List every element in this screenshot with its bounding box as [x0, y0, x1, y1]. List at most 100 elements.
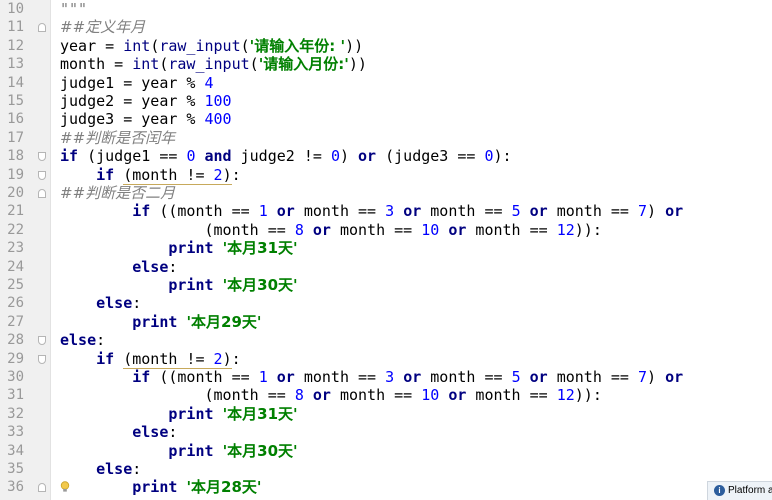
code-token: 8: [294, 220, 304, 239]
status-badge-text: Platform a: [728, 485, 772, 496]
fold-marker-icon[interactable]: [38, 23, 46, 33]
code-token: month ==: [294, 202, 386, 221]
code-token: or: [358, 147, 377, 166]
code-token: (: [249, 55, 259, 74]
code-token: 3: [385, 368, 395, 386]
code-token: ((month ==: [150, 368, 259, 386]
code-line[interactable]: print '本月28天': [60, 478, 261, 496]
code-token: 0: [484, 147, 494, 166]
code-line[interactable]: print '本月30天': [60, 276, 298, 294]
code-editor[interactable]: 10 11 12 13 14 15 16 17 18 19 20 21 22 23 24 25 26 27 28 29…: [0, 0, 772, 500]
code-token: month ==: [330, 386, 422, 405]
code-token: year =: [60, 36, 124, 55]
code-token: 0: [330, 147, 340, 166]
code-token: raw_input: [168, 55, 250, 74]
code-line[interactable]: ##定义年月: [60, 18, 145, 36]
code-line[interactable]: else:: [60, 258, 177, 276]
code-line[interactable]: """: [60, 0, 87, 18]
code-token: 10: [421, 220, 440, 239]
fold-marker-icon[interactable]: [38, 483, 46, 493]
code-line[interactable]: else:: [60, 331, 105, 349]
code-line[interactable]: if ((month == 1 or month == 3 or month =…: [60, 368, 683, 386]
code-token: 1: [258, 368, 268, 386]
code-token: ((month ==: [150, 202, 259, 221]
code-line[interactable]: else:: [60, 294, 141, 312]
code-line[interactable]: if (month != 2):: [60, 165, 241, 185]
code-token: judge1 = year %: [60, 73, 205, 92]
code-token: or: [312, 220, 331, 239]
code-line[interactable]: print '本月30天': [60, 441, 297, 460]
code-line[interactable]: print '本月31天': [60, 404, 298, 423]
fold-marker-icon[interactable]: [38, 152, 46, 162]
code-token: ): [339, 147, 359, 166]
code-token: if: [132, 368, 151, 386]
code-line[interactable]: print '本月31天': [60, 239, 297, 257]
code-line[interactable]: if (judge1 == 0 and judge2 != 0) or (jud…: [60, 147, 512, 165]
line-number: 11: [7, 19, 24, 36]
code-token: 1: [258, 202, 268, 221]
code-token: if: [96, 349, 115, 368]
code-token: '本月31天': [222, 404, 298, 423]
line-number: 13: [7, 56, 24, 73]
code-token: (: [240, 36, 250, 55]
code-line[interactable]: ##判断是否闰年: [60, 129, 175, 147]
code-line[interactable]: else:: [60, 423, 177, 441]
status-badge[interactable]: i Platform a: [707, 481, 772, 500]
code-line[interactable]: year = int(raw_input('请输入年份: ')): [60, 37, 363, 55]
code-token: )):: [574, 386, 602, 405]
line-number: 33: [7, 424, 24, 441]
code-token: (month ==: [60, 386, 295, 405]
line-number: 32: [7, 405, 24, 422]
code-line[interactable]: else:: [60, 460, 141, 478]
code-line[interactable]: (month == 8 or month == 10 or month == 1…: [60, 220, 601, 239]
fold-marker-icon[interactable]: [38, 170, 46, 180]
line-number: 21: [7, 203, 24, 220]
code-line[interactable]: month = int(raw_input('请输入月份:')): [60, 55, 367, 73]
line-number: 24: [7, 258, 24, 275]
code-line[interactable]: if ((month == 1 or month == 3 or month =…: [60, 202, 683, 220]
code-token: '请输入月份:': [258, 55, 349, 74]
code-token: 5: [511, 368, 521, 386]
line-number: 36: [7, 479, 24, 496]
line-number: 22: [7, 221, 24, 238]
lightbulb-icon[interactable]: [60, 481, 70, 493]
fold-marker-icon[interactable]: [38, 354, 46, 364]
code-token: ): [647, 202, 666, 221]
code-line[interactable]: print '本月29天': [60, 313, 261, 331]
code-token: and: [204, 147, 232, 166]
code-line[interactable]: judge2 = year % 100: [60, 92, 232, 110]
code-token: or: [448, 220, 467, 239]
fold-marker-icon[interactable]: [38, 189, 46, 198]
code-token: print: [168, 441, 214, 460]
code-token: ##判断是否闰年: [60, 128, 176, 147]
code-line[interactable]: if (month != 2):: [60, 349, 241, 369]
code-line[interactable]: judge3 = year % 400: [60, 110, 232, 128]
code-line[interactable]: (month == 8 or month == 10 or month == 1…: [60, 386, 602, 405]
line-number: 18: [7, 148, 24, 165]
code-token: or: [276, 202, 295, 221]
line-number: 12: [7, 37, 24, 54]
code-token: (: [150, 36, 160, 55]
fold-marker-icon[interactable]: [38, 336, 46, 346]
code-token: '本月30天': [222, 276, 298, 294]
code-token: judge2 !=: [231, 147, 331, 166]
code-line[interactable]: ##判断是否二月: [60, 184, 175, 202]
code-line[interactable]: judge1 = year % 4: [60, 74, 214, 92]
code-token: 12: [556, 386, 575, 405]
code-token: month ==: [547, 368, 638, 386]
code-token: or: [665, 368, 684, 386]
